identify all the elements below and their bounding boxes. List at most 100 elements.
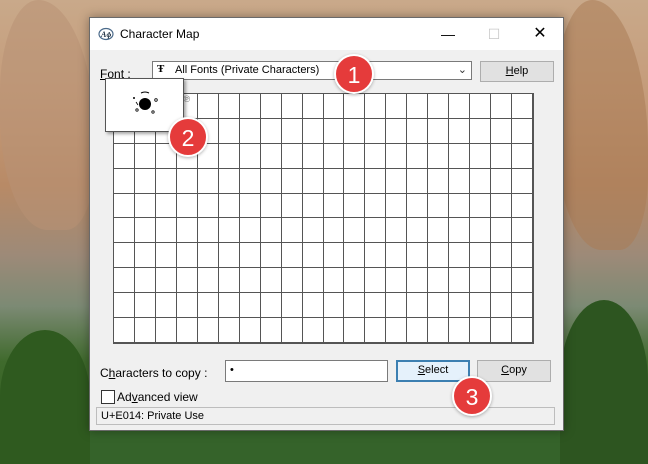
character-cell[interactable]	[134, 243, 156, 269]
character-cell[interactable]	[407, 218, 429, 244]
character-cell[interactable]	[491, 118, 513, 144]
character-cell[interactable]	[323, 268, 345, 294]
character-cell[interactable]	[365, 243, 387, 269]
character-cell[interactable]	[449, 168, 471, 194]
character-cell[interactable]	[365, 268, 387, 294]
character-cell[interactable]	[449, 318, 471, 343]
character-cell[interactable]	[386, 243, 408, 269]
character-cell[interactable]	[428, 94, 450, 119]
character-cell[interactable]	[218, 118, 240, 144]
character-cell[interactable]	[491, 168, 513, 194]
character-cell[interactable]	[239, 168, 261, 194]
character-cell[interactable]	[449, 293, 471, 319]
character-cell[interactable]	[365, 143, 387, 169]
character-cell[interactable]	[281, 143, 303, 169]
character-cell[interactable]	[302, 143, 324, 169]
chevron-down-icon[interactable]: ⌄	[458, 63, 467, 76]
character-cell[interactable]	[197, 193, 219, 219]
character-cell[interactable]	[449, 268, 471, 294]
character-cell[interactable]	[176, 193, 198, 219]
character-cell[interactable]	[449, 193, 471, 219]
character-cell[interactable]	[155, 218, 177, 244]
character-cell[interactable]	[197, 243, 219, 269]
character-cell[interactable]	[260, 143, 282, 169]
character-cell[interactable]	[260, 94, 282, 119]
character-cell[interactable]	[491, 218, 513, 244]
character-cell[interactable]	[197, 94, 219, 119]
character-cell[interactable]	[281, 293, 303, 319]
character-cell[interactable]	[344, 118, 366, 144]
character-cell[interactable]	[114, 243, 135, 269]
character-cell[interactable]	[512, 143, 533, 169]
character-cell[interactable]	[197, 168, 219, 194]
character-cell[interactable]	[449, 118, 471, 144]
character-cell[interactable]	[155, 243, 177, 269]
close-button[interactable]: ✕	[517, 18, 563, 50]
advanced-view-label[interactable]: Advanced view	[117, 390, 198, 404]
character-cell[interactable]	[239, 143, 261, 169]
character-cell[interactable]	[470, 94, 492, 119]
character-cell[interactable]	[344, 293, 366, 319]
character-cell[interactable]	[365, 193, 387, 219]
character-cell[interactable]	[344, 268, 366, 294]
character-cell[interactable]	[386, 218, 408, 244]
character-cell[interactable]	[386, 193, 408, 219]
character-cell[interactable]	[260, 193, 282, 219]
character-cell[interactable]	[407, 293, 429, 319]
character-cell[interactable]	[281, 318, 303, 343]
character-cell[interactable]	[239, 118, 261, 144]
character-cell[interactable]	[365, 218, 387, 244]
character-cell[interactable]	[176, 168, 198, 194]
character-cell[interactable]	[428, 318, 450, 343]
character-cell[interactable]	[344, 218, 366, 244]
character-cell[interactable]	[197, 318, 219, 343]
character-cell[interactable]	[218, 318, 240, 343]
character-cell[interactable]	[449, 94, 471, 119]
character-cell[interactable]	[281, 268, 303, 294]
character-cell[interactable]	[302, 218, 324, 244]
character-cell[interactable]	[323, 243, 345, 269]
character-cell[interactable]	[386, 293, 408, 319]
character-cell[interactable]	[344, 143, 366, 169]
character-cell[interactable]	[512, 94, 533, 119]
character-cell[interactable]	[302, 94, 324, 119]
character-cell[interactable]	[134, 143, 156, 169]
character-cell[interactable]	[428, 168, 450, 194]
character-cell[interactable]	[491, 143, 513, 169]
character-cell[interactable]	[428, 193, 450, 219]
character-cell[interactable]	[323, 94, 345, 119]
font-dropdown[interactable]: Ŧ All Fonts (Private Characters) ⌄	[152, 61, 472, 80]
character-cell[interactable]	[449, 143, 471, 169]
character-cell[interactable]	[134, 293, 156, 319]
character-cell[interactable]	[218, 243, 240, 269]
character-cell[interactable]	[470, 243, 492, 269]
help-button[interactable]: Help	[480, 61, 554, 82]
character-cell[interactable]	[239, 318, 261, 343]
character-cell[interactable]	[344, 193, 366, 219]
character-cell[interactable]	[491, 318, 513, 343]
character-cell[interactable]	[281, 243, 303, 269]
character-cell[interactable]	[302, 168, 324, 194]
character-cell[interactable]	[344, 318, 366, 343]
character-cell[interactable]	[114, 143, 135, 169]
character-cell[interactable]	[386, 318, 408, 343]
character-cell[interactable]	[239, 218, 261, 244]
character-cell[interactable]	[365, 293, 387, 319]
character-cell[interactable]	[323, 168, 345, 194]
character-cell[interactable]	[470, 218, 492, 244]
copy-button[interactable]: Copy	[477, 360, 551, 382]
character-cell[interactable]	[218, 268, 240, 294]
character-cell[interactable]	[323, 218, 345, 244]
character-cell[interactable]	[197, 268, 219, 294]
character-cell[interactable]	[323, 193, 345, 219]
characters-to-copy-input[interactable]: •	[225, 360, 388, 382]
character-cell[interactable]	[386, 118, 408, 144]
character-cell[interactable]	[344, 94, 366, 119]
character-cell[interactable]	[407, 168, 429, 194]
character-cell[interactable]	[449, 218, 471, 244]
minimize-button[interactable]: —	[425, 18, 471, 50]
character-cell[interactable]	[512, 218, 533, 244]
character-cell[interactable]	[155, 168, 177, 194]
character-cell[interactable]	[407, 94, 429, 119]
character-cell[interactable]	[134, 268, 156, 294]
